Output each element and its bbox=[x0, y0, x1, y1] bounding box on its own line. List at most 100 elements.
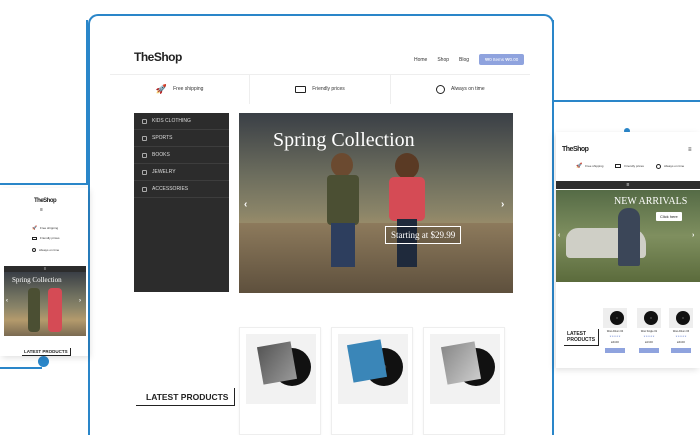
product-card-3[interactable] bbox=[423, 327, 505, 435]
category-label: Jewelry bbox=[152, 169, 176, 175]
connector-line-bottom-left bbox=[0, 367, 42, 369]
desktop-mockup: TheShop Home Shop Blog ₩0 Items ₩0.00 🚀 … bbox=[88, 14, 554, 435]
tablet-feature-friendly-prices: Friendly prices bbox=[615, 163, 644, 169]
money-icon bbox=[615, 164, 622, 168]
category-sports[interactable]: Sports bbox=[134, 130, 229, 147]
man-figure bbox=[618, 208, 640, 266]
shirt-icon bbox=[142, 118, 147, 124]
tablet-product-1[interactable]: Woo Album #4 ★★★★★ £9.00 bbox=[602, 308, 628, 364]
album-sleeve bbox=[346, 339, 388, 383]
mobile-menu-icon[interactable]: ≡ bbox=[40, 207, 43, 213]
feature-label: Free shipping bbox=[173, 86, 204, 92]
desktop-features: 🚀 Free shipping Friendly prices Always o… bbox=[110, 74, 530, 104]
album-sleeve bbox=[440, 341, 482, 385]
tablet-product-rating: ★★★★★ bbox=[609, 335, 621, 338]
tablet-product-rating: ★★★★★ bbox=[675, 335, 687, 338]
tablet-add-to-cart[interactable] bbox=[671, 348, 691, 353]
nav-shop[interactable]: Shop bbox=[437, 57, 449, 63]
tablet-product-name: Woo Single #1 bbox=[640, 330, 658, 333]
nav-home[interactable]: Home bbox=[414, 57, 427, 63]
mobile-slider-prev-arrow[interactable]: ‹ bbox=[6, 298, 8, 304]
clock-icon bbox=[436, 84, 445, 94]
product-card-2[interactable] bbox=[331, 327, 413, 435]
connector-dot-bottom-left bbox=[38, 356, 49, 367]
connector-line-left bbox=[0, 183, 88, 185]
product-card-1[interactable] bbox=[239, 327, 321, 435]
vinyl-record-icon bbox=[610, 311, 624, 325]
category-menu: Kids clothing Sports Books Jewelry Acces… bbox=[134, 113, 229, 292]
mobile-mockup: TheShop ≡ 🚀 Free shipping Friendly prices… bbox=[0, 188, 88, 356]
tablet-feature-always-on-time: Always on time bbox=[655, 163, 685, 169]
hero-slider[interactable]: Spring Collection Starting at $29.99 ‹ › bbox=[239, 113, 513, 293]
slider-prev-arrow[interactable]: ‹ bbox=[244, 199, 247, 210]
bag-icon bbox=[142, 186, 147, 192]
mobile-slide-title: Spring Collection bbox=[12, 276, 62, 284]
book-icon bbox=[142, 152, 147, 158]
latest-products-heading: LATEST PRODUCTS bbox=[136, 388, 236, 406]
money-icon bbox=[295, 85, 307, 93]
tablet-menu-icon[interactable]: ≡ bbox=[688, 147, 692, 153]
tablet-latest-products-heading: LATEST PRODUCTS bbox=[564, 329, 600, 346]
feature-label: Friendly prices bbox=[40, 236, 60, 240]
category-jewelry[interactable]: Jewelry bbox=[134, 164, 229, 181]
category-label: Accessories bbox=[152, 186, 189, 192]
category-label: Sports bbox=[152, 135, 173, 141]
mobile-latest-products-heading: LATEST PRODUCTS bbox=[22, 348, 71, 356]
tablet-logo[interactable]: TheShop bbox=[562, 146, 589, 153]
child-figure-left bbox=[325, 153, 361, 273]
tablet-slider-next-arrow[interactable]: › bbox=[692, 232, 694, 239]
desktop-nav: Home Shop Blog ₩0 Items ₩0.00 bbox=[404, 54, 525, 65]
desktop-logo[interactable]: TheShop bbox=[134, 50, 182, 64]
latest-line-2: PRODUCTS bbox=[567, 337, 596, 343]
feature-label: Free shipping bbox=[585, 164, 604, 168]
mobile-logo[interactable]: TheShop bbox=[34, 198, 57, 204]
tablet-mockup: TheShop ≡ 🚀 Free shipping Friendly prices… bbox=[556, 132, 700, 368]
mobile-slider-next-arrow[interactable]: › bbox=[79, 298, 81, 304]
mobile-feature-friendly-prices: Friendly prices bbox=[32, 236, 60, 240]
tablet-slider-prev-arrow[interactable]: ‹ bbox=[558, 232, 560, 239]
tablet-product-price: £3.00 bbox=[645, 340, 653, 344]
feature-label: Always on time bbox=[451, 86, 485, 92]
slider-next-arrow[interactable]: › bbox=[501, 199, 504, 210]
tablet-slider[interactable]: NEW ARRIVALS Click here ‹ › bbox=[556, 190, 700, 282]
mobile-feature-free-shipping: 🚀 Free shipping bbox=[32, 225, 58, 230]
rocket-icon: 🚀 bbox=[155, 83, 168, 94]
jewelry-icon bbox=[142, 169, 147, 175]
tablet-slide-cta-button[interactable]: Click here bbox=[656, 212, 682, 221]
category-accessories[interactable]: Accessories bbox=[134, 181, 229, 198]
category-label: Books bbox=[152, 152, 170, 158]
connector-line-right bbox=[552, 100, 700, 102]
rocket-icon: 🚀 bbox=[32, 225, 37, 230]
mobile-slider[interactable]: Spring Collection ‹ › bbox=[4, 272, 86, 336]
tablet-product-3[interactable]: Woo Album #3 ★★★★★ £9.00 bbox=[668, 308, 694, 364]
tablet-slide-title: NEW ARRIVALS bbox=[614, 196, 688, 207]
slide-cta-button[interactable]: Starting at $29.99 bbox=[385, 226, 462, 244]
nav-blog[interactable]: Blog bbox=[459, 57, 469, 63]
category-label: Kids clothing bbox=[152, 118, 191, 124]
album-sleeve bbox=[256, 341, 298, 385]
tablet-product-rating: ★★★★★ bbox=[643, 335, 655, 338]
feature-always-on-time: Always on time bbox=[391, 74, 530, 104]
vinyl-record-icon bbox=[676, 311, 690, 325]
tablet-add-to-cart[interactable] bbox=[639, 348, 659, 353]
slide-title: Spring Collection bbox=[273, 129, 415, 151]
tablet-features: 🚀 Free shipping Friendly prices Always on… bbox=[576, 163, 684, 169]
tablet-product-2[interactable]: Woo Single #1 ★★★★★ £3.00 bbox=[636, 308, 662, 364]
cart-button[interactable]: ₩0 Items ₩0.00 bbox=[479, 54, 525, 65]
slider-ground bbox=[239, 223, 513, 293]
category-books[interactable]: Books bbox=[134, 147, 229, 164]
feature-label: Always on time bbox=[663, 164, 685, 168]
tablet-menu-bar[interactable]: ≡ bbox=[556, 181, 700, 189]
mobile-child-right bbox=[48, 288, 62, 332]
feature-label: Friendly prices bbox=[624, 164, 644, 168]
category-kids-clothing[interactable]: Kids clothing bbox=[134, 113, 229, 130]
clock-icon bbox=[32, 248, 36, 252]
tablet-add-to-cart[interactable] bbox=[605, 348, 625, 353]
feature-friendly-prices: Friendly prices bbox=[250, 74, 391, 104]
feature-label: Free shipping bbox=[39, 225, 59, 230]
tablet-feature-free-shipping: 🚀 Free shipping bbox=[576, 163, 603, 169]
feature-label: Always on time bbox=[39, 248, 60, 252]
mobile-child-left bbox=[28, 288, 40, 332]
vinyl-record-icon bbox=[644, 311, 658, 325]
child-figure-right bbox=[387, 153, 427, 273]
